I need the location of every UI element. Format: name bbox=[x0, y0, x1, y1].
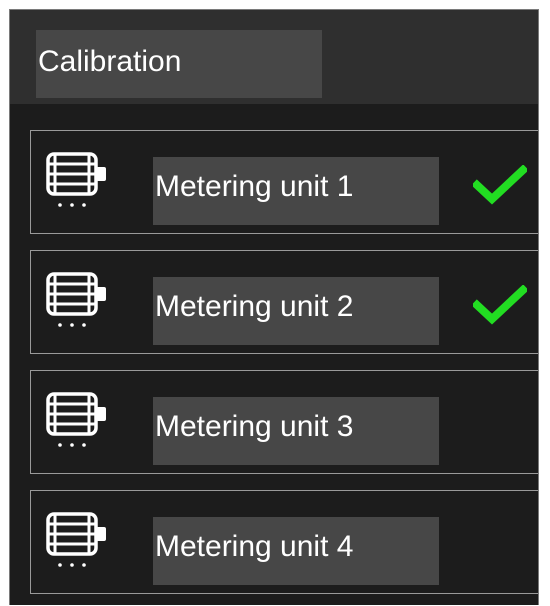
metering-unit-row-2[interactable]: Metering unit 2 bbox=[30, 250, 538, 354]
page-title: Calibration bbox=[36, 30, 322, 98]
metering-unit-label: Metering unit 2 bbox=[153, 277, 439, 345]
calibration-panel: Calibration Metering unit 1 Metering uni… bbox=[9, 9, 539, 605]
metering-unit-row-4[interactable]: Metering unit 4 bbox=[30, 490, 538, 594]
metering-unit-label: Metering unit 1 bbox=[153, 157, 439, 225]
header-bar: Calibration bbox=[10, 10, 538, 104]
check-icon bbox=[473, 165, 527, 205]
metering-unit-icon bbox=[46, 512, 106, 567]
check-icon bbox=[473, 285, 527, 325]
metering-unit-icon bbox=[46, 272, 106, 327]
metering-unit-row-3[interactable]: Metering unit 3 bbox=[30, 370, 538, 474]
metering-unit-row-1[interactable]: Metering unit 1 bbox=[30, 130, 538, 234]
metering-unit-icon bbox=[46, 152, 106, 207]
metering-unit-label: Metering unit 3 bbox=[153, 397, 439, 465]
metering-unit-icon bbox=[46, 392, 106, 447]
metering-unit-label: Metering unit 4 bbox=[153, 517, 439, 585]
